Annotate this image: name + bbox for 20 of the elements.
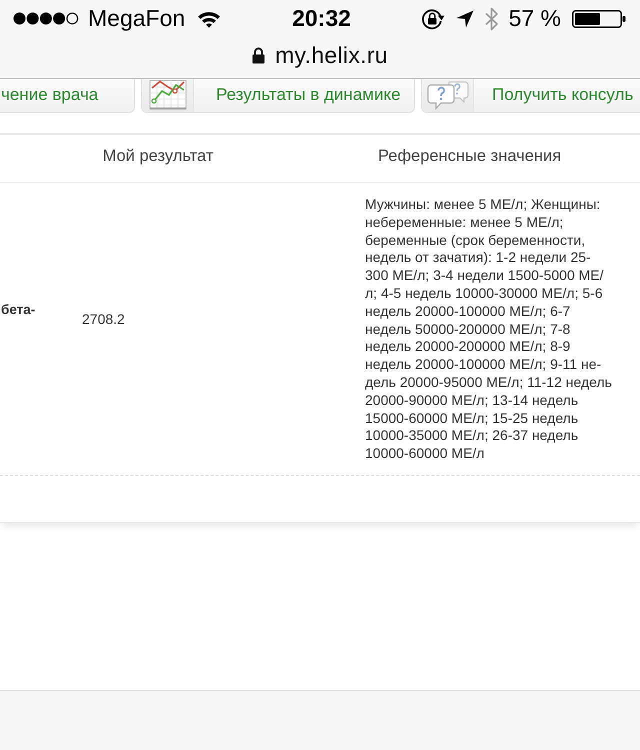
wifi-icon xyxy=(197,10,222,28)
result-value: 2708.2 xyxy=(82,311,125,328)
rotation-lock-icon xyxy=(420,8,445,30)
column-header: Референсные значения xyxy=(378,147,562,166)
signal-strength-icon xyxy=(13,12,79,26)
lock-icon xyxy=(252,47,266,64)
action-button[interactable]: Получить консуль xyxy=(421,79,640,113)
bluetooth-icon xyxy=(484,6,498,31)
action-button[interactable]: Результаты в динамике xyxy=(141,79,415,113)
carrier-name: MegaFon xyxy=(88,5,186,32)
battery-percent: 57 % xyxy=(508,5,561,32)
location-arrow-icon xyxy=(456,10,474,28)
reference-values: Мужчины: менее 5 МЕ/л; Женщины: небеременные: менее 5 МЕ/л; беременные (срок беременности, недель от зачатия): 1-2 недели 25-300 МЕ/л; 3-4 недели 1500-5000 МЕ/л; 4-5 недель 10000-30000 МЕ/л; 5-6 недель 20000-100000 МЕ/л; 6-7 недель 50000-200000 МЕ/л; 7-8 недель 20000-200000 МЕ/л; 8-9 недель 20000-100000 МЕ/л; 9-11 не-дель 20000-95000 МЕ/л; 11-12 недель 20000-90000 МЕ/л; 13-14 недель 15000-60000 МЕ/л; 15-25 недель 10000-35000 МЕ/л; 26-37 недель 10000-60000 МЕ/л xyxy=(365,196,613,463)
status-time: 20:32 xyxy=(292,5,351,32)
battery-icon xyxy=(572,10,626,28)
address-url[interactable]: my.helix.ru xyxy=(275,42,388,70)
action-button[interactable]: чение врача xyxy=(0,79,135,113)
question-bubbles-icon xyxy=(426,80,468,110)
test-name: бета- xyxy=(1,301,36,318)
column-header: Мой результат xyxy=(102,147,214,166)
